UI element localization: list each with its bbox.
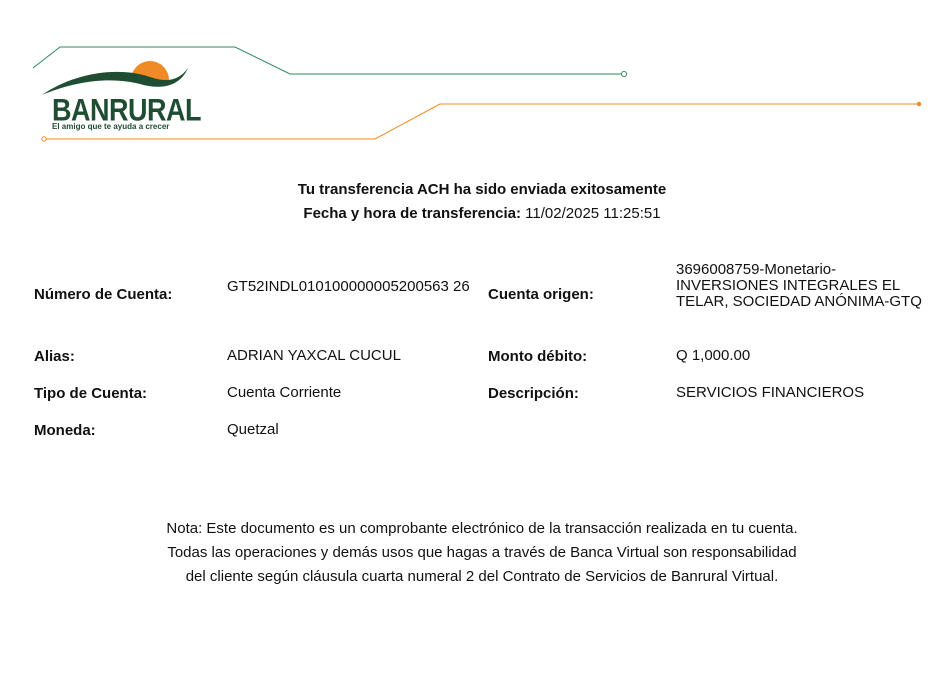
note-line-2: Todas las operaciones y demás usos que h…: [167, 544, 797, 561]
cuenta-origen-label: Cuenta origen:: [488, 286, 594, 303]
banrural-logo: BANRURAL El amigo que te ayuda a crecer: [40, 55, 201, 135]
cuenta-origen-value: 3696008759-Monetario-INVERSIONES INTEGRA…: [676, 261, 922, 310]
tipo-cuenta-value: Cuenta Corriente: [227, 384, 342, 401]
alias-value: ADRIAN YAXCAL CUCUL: [227, 347, 401, 364]
datetime-value: 11/02/2025 11:25:51: [525, 205, 661, 222]
logo-tagline: El amigo que te ayuda a crecer: [52, 122, 170, 131]
descripcion-value: SERVICIOS FINANCIEROS: [676, 384, 865, 401]
moneda-value: Quetzal: [227, 421, 279, 438]
moneda-label: Moneda:: [34, 422, 96, 439]
note-line-3: del cliente según cláusula cuarta numera…: [185, 568, 779, 585]
monto-debito-label: Monto débito:: [488, 348, 588, 365]
note-line-1: Nota: Este documento es un comprobante e…: [166, 520, 798, 537]
tipo-cuenta-label: Tipo de Cuenta:: [34, 385, 148, 402]
receipt-title: Tu transferencia ACH ha sido enviada exi…: [297, 181, 667, 198]
legal-note: Nota: Este documento es un comprobante e…: [0, 517, 937, 589]
monto-debito-value: Q 1,000.00: [676, 347, 751, 364]
descripcion-label: Descripción:: [488, 385, 579, 402]
alias-label: Alias:: [34, 348, 75, 365]
numero-cuenta-value: GT52INDL010100000005200563 26: [227, 278, 470, 295]
numero-cuenta-label: Número de Cuenta:: [34, 286, 173, 303]
transfer-datetime: Fecha y hora de transferencia: 11/02/202…: [0, 205, 937, 222]
datetime-label: Fecha y hora de transferencia:: [303, 205, 521, 222]
